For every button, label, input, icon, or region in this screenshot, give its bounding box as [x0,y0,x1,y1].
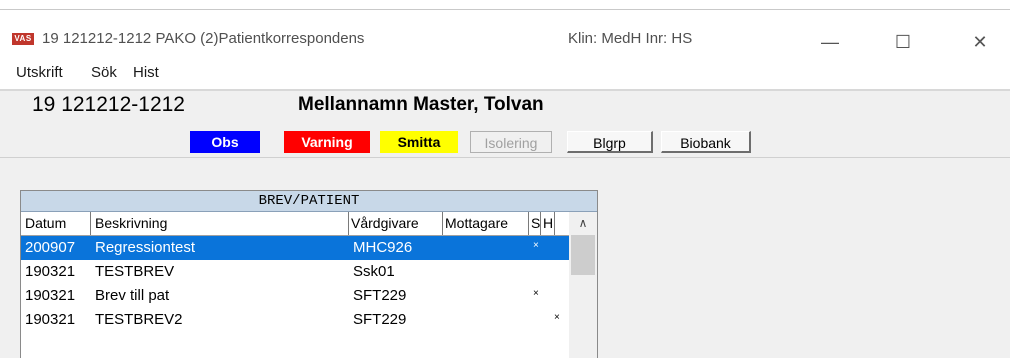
row-vardgivare: SFT229 [353,311,407,328]
client-top-edge [0,89,1010,91]
window-title: 19 121212-1212 PAKO (2)Patientkorrespond… [42,30,365,47]
divider [0,157,1010,158]
letters-panel: BREV/PATIENT Datum Beskrivning Vårdgivar… [20,190,598,358]
row-s-mark: × [533,288,539,299]
menu-bar: Utskrift Sök Hist [0,58,1010,88]
row-description: Brev till pat [95,287,170,304]
table-row[interactable]: 190321 Brev till pat SFT229 × [21,284,569,308]
smitta-flag[interactable]: Smitta [380,131,458,153]
close-button[interactable]: ✕ [957,24,1003,60]
blgrp-button[interactable]: Blgrp [567,131,653,153]
row-vardgivare: SFT229 [353,287,407,304]
patient-name: Mellannamn Master, Tolvan [298,94,544,115]
title-bar: VAS 19 121212-1212 PAKO (2)Patientkorres… [0,10,1010,58]
scroll-up-arrow-icon[interactable]: ∧ [569,212,597,235]
table-row[interactable]: 200907 Regressiontest MHC926 × [21,236,569,260]
row-date: 190321 [25,263,76,280]
varning-flag[interactable]: Varning [284,131,370,153]
menu-utskrift[interactable]: Utskrift [16,64,63,81]
row-vardgivare: MHC926 [353,239,413,256]
patient-personnummer: 19 121212-1212 [32,93,185,116]
column-header-vardgivare[interactable]: Vårdgivare [349,212,443,235]
isolering-button: Isolering [470,131,552,153]
row-description: Regressiontest [95,239,196,256]
row-description: TESTBREV2 [95,311,183,328]
panel-title: BREV/PATIENT [21,191,597,212]
client-area: 19 121212-1212 Mellannamn Master, Tolvan… [0,89,1010,358]
column-header-s[interactable]: S [529,212,541,235]
table-row[interactable]: 190321 TESTBREV Ssk01 [21,260,569,284]
row-date: 190321 [25,287,76,304]
column-header-mottagare[interactable]: Mottagare [443,212,529,235]
column-header-beskrivning[interactable]: Beskrivning [91,212,349,235]
row-vardgivare: Ssk01 [353,263,395,280]
biobank-button[interactable]: Biobank [661,131,751,153]
menu-hist[interactable]: Hist [133,64,159,81]
table-row[interactable]: 190321 TESTBREV2 SFT229 × [21,308,569,332]
maximize-button[interactable]: ☐ [880,24,926,60]
column-header-row: Datum Beskrivning Vårdgivare Mottagare S… [21,212,597,236]
row-date: 190321 [25,311,76,328]
row-s-mark: × [533,240,539,251]
column-header-h[interactable]: H [541,212,555,235]
row-date: 200907 [25,239,76,256]
row-h-mark: × [554,312,560,323]
window-top-border [0,0,1010,10]
vas-app-icon: VAS [12,33,34,45]
minimize-button[interactable]: — [807,24,853,60]
column-header-datum[interactable]: Datum [21,212,91,235]
row-description: TESTBREV [95,263,175,280]
clinic-info: Klin: MedH Inr: HS [568,30,693,47]
vertical-scrollbar[interactable] [569,235,597,358]
obs-flag[interactable]: Obs [190,131,260,153]
scrollbar-thumb[interactable] [571,235,595,275]
menu-sok[interactable]: Sök [91,64,117,81]
